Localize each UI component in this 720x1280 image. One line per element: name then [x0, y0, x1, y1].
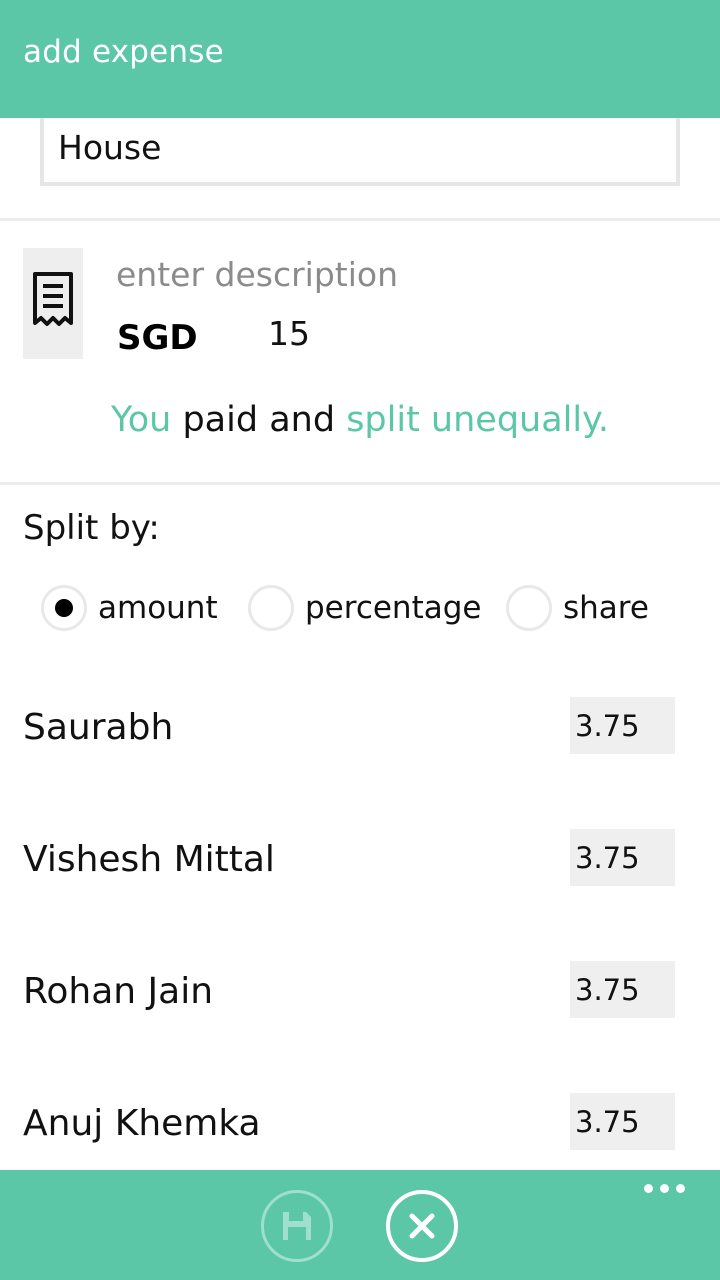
split-by-label: Split by:	[23, 508, 160, 548]
receipt-icon	[33, 272, 73, 326]
radio-selected-dot	[55, 599, 73, 617]
radio-share[interactable]: share	[506, 585, 649, 631]
radio-label: share	[563, 590, 649, 626]
dot	[660, 1184, 669, 1193]
receipt-button[interactable]	[23, 248, 83, 359]
radio-button[interactable]	[41, 585, 87, 631]
member-name: Vishesh Mittal	[23, 839, 275, 880]
page-title: add expense	[23, 34, 224, 70]
radio-label: percentage	[305, 590, 482, 626]
member-amount-input[interactable]	[570, 1093, 675, 1150]
save-button[interactable]	[261, 1190, 333, 1262]
split-summary: You paid and split unequally.	[0, 400, 720, 440]
description-input[interactable]	[116, 250, 676, 298]
header-bar: add expense	[0, 0, 720, 118]
group-value: House	[58, 128, 162, 167]
member-amount-input[interactable]	[570, 697, 675, 754]
member-name: Saurabh	[23, 707, 174, 748]
radio-button[interactable]	[248, 585, 294, 631]
divider	[0, 482, 720, 485]
member-amount-input[interactable]	[570, 829, 675, 886]
save-icon	[283, 1212, 311, 1240]
close-icon	[409, 1213, 435, 1239]
divider	[0, 218, 720, 221]
member-name: Rohan Jain	[23, 971, 214, 1012]
radio-label: amount	[98, 590, 218, 626]
radio-button[interactable]	[506, 585, 552, 631]
payer-link[interactable]: You	[111, 400, 171, 440]
member-amount-input[interactable]	[570, 961, 675, 1018]
dot	[676, 1184, 685, 1193]
summary-text: paid and	[171, 400, 347, 440]
app-bar	[0, 1170, 720, 1280]
currency-selector[interactable]: SGD	[117, 318, 198, 358]
amount-field[interactable]: 15	[268, 314, 310, 353]
member-name: Anuj Khemka	[23, 1103, 261, 1144]
cancel-button[interactable]	[386, 1190, 458, 1262]
group-selector[interactable]: House	[40, 118, 680, 186]
split-mode-link[interactable]: split unequally.	[346, 400, 609, 440]
radio-percentage[interactable]: percentage	[248, 585, 481, 631]
dot	[644, 1184, 653, 1193]
more-icon[interactable]	[644, 1184, 685, 1193]
radio-amount[interactable]: amount	[41, 585, 218, 631]
